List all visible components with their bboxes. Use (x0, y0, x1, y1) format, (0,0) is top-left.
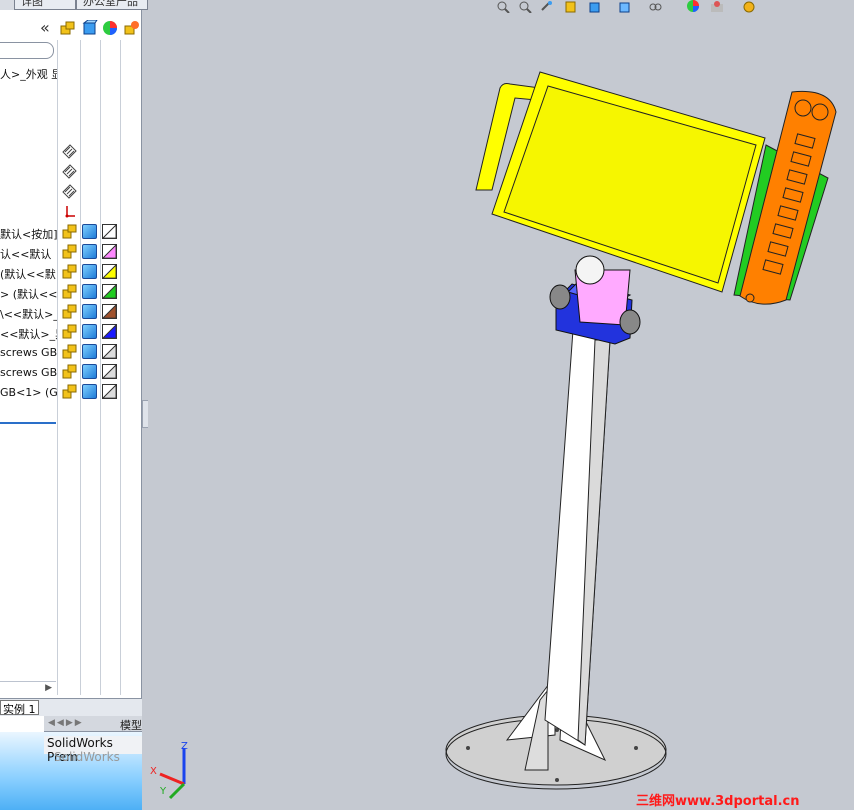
tree-row-label: GB<1> (G (0, 386, 57, 399)
bolt-hole (466, 746, 470, 750)
tab-instance-1[interactable]: 实例 1 (0, 700, 39, 716)
part-icon[interactable] (82, 244, 97, 259)
triad-z-label: Z (181, 741, 188, 752)
model-canvas (445, 71, 837, 790)
triad-x-label: X (150, 766, 157, 777)
component-icon[interactable] (62, 244, 77, 259)
color-swatch-icon[interactable] (102, 384, 117, 399)
panel-separator (0, 422, 56, 424)
part-icon[interactable] (82, 384, 97, 399)
color-swatch-icon[interactable] (102, 364, 117, 379)
tree-row-component[interactable]: GB<1> (G (0, 384, 142, 402)
tab-detail-label: 详图 (21, 0, 43, 8)
component-icon[interactable] (62, 344, 77, 359)
display-states-icon[interactable] (124, 20, 140, 36)
part-icon[interactable] (82, 324, 97, 339)
tree-row-label: 默认<按加] (0, 228, 57, 241)
component-icon[interactable] (62, 364, 77, 379)
tab-office-products[interactable]: 办公室产品 (76, 0, 148, 10)
knob-left (549, 284, 571, 310)
part-icon[interactable] (82, 20, 98, 36)
watermark: 三维网www.3dportal.cn (636, 794, 800, 809)
controller-button (811, 103, 829, 121)
tab-office-products-label: 办公室产品 (83, 0, 138, 8)
tree-row-label: 人>_外观 显 (0, 68, 57, 81)
horizontal-scrollbar[interactable]: ▶ (0, 681, 56, 695)
appearance-icon[interactable] (102, 20, 118, 36)
knob-right (619, 309, 641, 335)
component-icon[interactable] (62, 284, 77, 299)
tree-row-component[interactable]: > (默认<< (0, 284, 142, 302)
triad-y-label: Y (160, 786, 167, 797)
tab-model[interactable]: 模型 (120, 717, 142, 733)
model-tab-bar: ◀◀▶▶ 模型 (44, 716, 142, 732)
tree-row-component[interactable]: (默认<<默 (0, 264, 142, 282)
yellow-panel-screen (503, 85, 757, 284)
part-icon[interactable] (82, 304, 97, 319)
plane-icon[interactable] (62, 184, 77, 199)
bolt-hole (555, 778, 559, 782)
tree-row-label: > (默认<< (0, 288, 57, 301)
tree-row-component[interactable]: screws GB (0, 344, 142, 362)
tree-row-label: screws GB (0, 346, 57, 359)
tree-row-component[interactable]: \<<默认>_ (0, 304, 142, 322)
plane-icon[interactable] (62, 164, 77, 179)
controller-button (794, 99, 812, 117)
solidworks-title-shadow: SolidWorks Pre (54, 750, 120, 764)
part-icon[interactable] (82, 264, 97, 279)
component-icon[interactable] (62, 384, 77, 399)
tree-row-component[interactable]: screws GB (0, 364, 142, 382)
color-swatch-icon[interactable] (102, 324, 117, 339)
view-triad (159, 748, 186, 800)
part-icon[interactable] (82, 364, 97, 379)
color-swatch-icon[interactable] (102, 304, 117, 319)
tree-row-component[interactable]: 默认<按加] (0, 224, 142, 242)
tree-row-label: screws GB (0, 366, 57, 379)
knob (575, 255, 605, 285)
collapse-panel-button[interactable]: « (40, 18, 50, 37)
color-swatch-icon[interactable] (102, 344, 117, 359)
tree-row-label: \<<默认>_ (0, 308, 57, 321)
part-icon[interactable] (82, 344, 97, 359)
color-swatch-icon[interactable] (102, 264, 117, 279)
top-tab-strip: 详图 办公室产品 (0, 0, 148, 10)
color-swatch-icon[interactable] (102, 244, 117, 259)
assembly-icon[interactable] (60, 20, 76, 36)
component-icon[interactable] (62, 224, 77, 239)
color-swatch-icon[interactable] (102, 224, 117, 239)
tab-detail[interactable]: 详图 (14, 0, 76, 10)
tree-row-label: <<默认>_异 (0, 328, 57, 341)
component-icon[interactable] (62, 264, 77, 279)
scroll-right-icon[interactable]: ▶ (45, 683, 52, 693)
config-tab-strip: 实例 1 (0, 698, 142, 716)
component-icon[interactable] (62, 324, 77, 339)
color-swatch-icon[interactable] (102, 284, 117, 299)
part-icon[interactable] (82, 224, 97, 239)
plane-icon[interactable] (62, 144, 77, 159)
filter-input[interactable] (0, 42, 54, 59)
tree-row-appearance[interactable]: 人>_外观 显 (0, 64, 142, 82)
bolt-hole (634, 746, 638, 750)
origin-icon[interactable] (62, 204, 77, 219)
tree-row-component[interactable]: <<默认>_异 (0, 324, 142, 342)
part-icon[interactable] (82, 284, 97, 299)
component-icon[interactable] (62, 304, 77, 319)
controller-jack (745, 293, 755, 303)
tree-row-component[interactable]: 认<<默认 (0, 244, 142, 262)
tree-row-label: (默认<<默 (0, 268, 56, 281)
tree-row-label: 认<<默认 (0, 248, 52, 261)
tab-nav-arrows-icon[interactable]: ◀◀▶▶ (48, 718, 84, 728)
panel-toolbar: « (0, 10, 142, 40)
